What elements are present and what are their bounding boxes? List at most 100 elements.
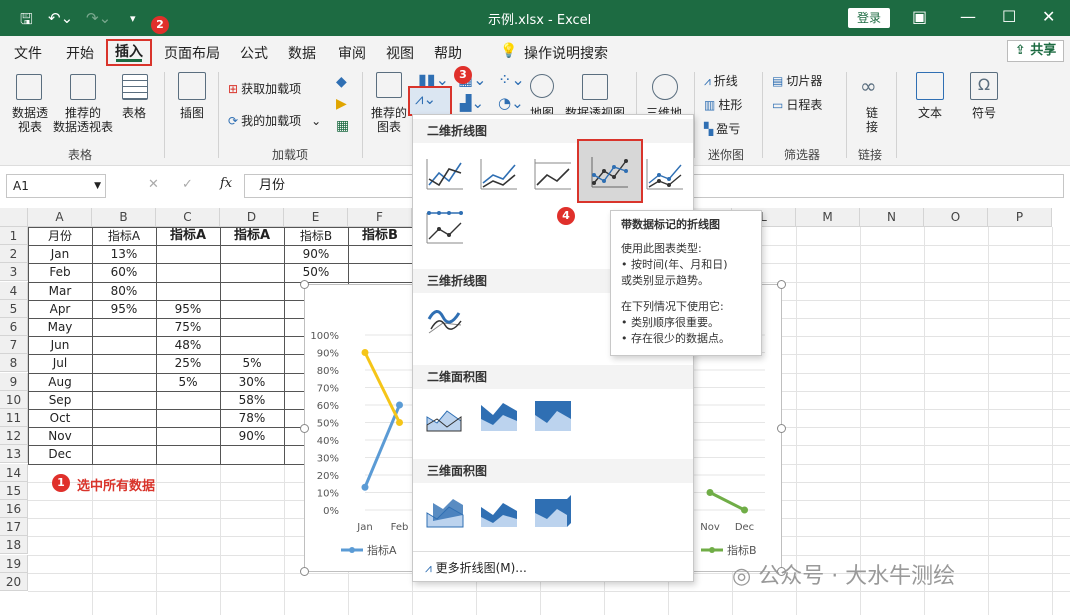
column-header-D[interactable]: D (220, 208, 284, 227)
line-chart-option-icon[interactable] (423, 155, 467, 195)
pivot-table-icon[interactable] (16, 74, 42, 100)
resize-handle[interactable] (300, 567, 309, 576)
row-header-4[interactable]: 4 (0, 281, 28, 300)
cell[interactable]: 50% (284, 263, 348, 281)
insert-function-icon[interactable]: fx (220, 176, 232, 191)
more-line-charts-item[interactable]: ⩘ 更多折线图(M)... (425, 559, 527, 576)
cell[interactable]: 58% (220, 391, 284, 409)
scatter-chart-icon[interactable]: ⁘⌄ (498, 70, 525, 89)
cell[interactable]: Aug (28, 373, 92, 391)
row-header-8[interactable]: 8 (0, 354, 28, 373)
resize-handle[interactable] (777, 424, 786, 433)
table-icon[interactable] (122, 74, 148, 100)
row-header-3[interactable]: 3 (0, 263, 28, 282)
menu-data[interactable]: 数据 (288, 43, 316, 63)
resize-handle[interactable] (300, 280, 309, 289)
cell[interactable]: Nov (28, 427, 92, 445)
menu-view[interactable]: 视图 (386, 43, 414, 63)
100-stacked-area-option-icon[interactable] (531, 397, 575, 437)
cell[interactable]: 95% (156, 300, 220, 318)
cell[interactable]: Oct (28, 409, 92, 427)
sparkline-column-button[interactable]: ▥ 柱形 (704, 96, 742, 113)
cell[interactable]: Jan (28, 245, 92, 263)
illustrations-icon[interactable] (178, 72, 206, 100)
cell[interactable]: Jul (28, 354, 92, 372)
symbol-icon[interactable]: Ω (970, 72, 998, 100)
menu-home[interactable]: 开始 (66, 43, 94, 63)
cell[interactable]: 75% (156, 318, 220, 336)
cell[interactable]: 5% (220, 354, 284, 372)
customize-quick-access-icon[interactable]: ▾ (130, 12, 136, 25)
recommended-pivot-button[interactable]: 推荐的 数据透视表 (50, 106, 116, 134)
recommended-charts-icon[interactable] (376, 72, 402, 98)
menu-formulas[interactable]: 公式 (240, 43, 268, 63)
cell[interactable]: 13% (92, 245, 156, 263)
pivot-chart-icon[interactable] (582, 74, 608, 100)
login-button[interactable]: 登录 (848, 8, 890, 28)
resize-handle[interactable] (300, 424, 309, 433)
menu-page-layout[interactable]: 页面布局 (164, 43, 220, 63)
menu-file[interactable]: 文件 (14, 43, 42, 63)
undo-icon[interactable]: ↶⌄ (48, 9, 73, 27)
maximize-icon[interactable]: ☐ (1002, 7, 1016, 26)
3d-area-option-icon[interactable] (423, 491, 467, 531)
cell[interactable]: 指标B (284, 227, 348, 245)
cell[interactable]: 月份 (28, 227, 92, 245)
combo-chart-icon[interactable]: ◔⌄ (498, 94, 524, 112)
cell[interactable]: 95% (92, 300, 156, 318)
link-button[interactable]: 链 接 (856, 106, 888, 134)
redo-icon[interactable]: ↷⌄ (86, 9, 111, 27)
select-all-corner[interactable] (0, 208, 28, 227)
row-header-14[interactable]: 14 (0, 463, 28, 482)
row-header-5[interactable]: 5 (0, 299, 28, 318)
text-icon[interactable] (916, 72, 944, 100)
cell[interactable]: 80% (92, 282, 156, 300)
close-icon[interactable]: ✕ (1042, 7, 1055, 26)
cell[interactable]: 48% (156, 336, 220, 354)
cell[interactable]: Dec (28, 445, 92, 463)
cell[interactable]: Sep (28, 391, 92, 409)
menu-help[interactable]: 帮助 (434, 43, 462, 63)
column-header-P[interactable]: P (988, 208, 1052, 227)
column-header-B[interactable]: B (92, 208, 156, 227)
save-icon[interactable]: 🖫 (20, 9, 33, 34)
cell[interactable]: 25% (156, 354, 220, 372)
cell[interactable]: 指标A (220, 227, 284, 245)
share-button[interactable]: ⇪ 共享 (1007, 40, 1064, 62)
row-header-7[interactable]: 7 (0, 336, 28, 355)
cell[interactable]: Mar (28, 282, 92, 300)
row-header-18[interactable]: 18 (0, 536, 28, 555)
my-addins-button[interactable]: ⟳ 我的加载项 ⌄ (228, 112, 321, 129)
sparkline-line-button[interactable]: ⩘ 折线 (704, 72, 738, 89)
row-header-16[interactable]: 16 (0, 500, 28, 518)
tell-me-search[interactable]: 操作说明搜索 (524, 43, 608, 63)
enter-icon[interactable]: ✓ (182, 177, 193, 192)
stacked-line-markers-option-icon[interactable] (643, 155, 687, 195)
cell[interactable]: 指标A (92, 227, 156, 245)
menu-review[interactable]: 审阅 (338, 43, 366, 63)
row-header-10[interactable]: 10 (0, 390, 28, 409)
bing-icon[interactable]: ▶ (336, 96, 347, 112)
cell[interactable]: 5% (156, 373, 220, 391)
column-header-C[interactable]: C (156, 208, 220, 227)
recommended-charts-button[interactable]: 推荐的 图表 (366, 106, 412, 134)
row-header-6[interactable]: 6 (0, 318, 28, 336)
stacked-area-option-icon[interactable] (477, 397, 521, 437)
link-icon[interactable]: ∞ (860, 74, 877, 98)
resize-handle[interactable] (777, 280, 786, 289)
cell[interactable]: Apr (28, 300, 92, 318)
3d-line-option-icon[interactable] (423, 299, 467, 339)
row-header-17[interactable]: 17 (0, 518, 28, 537)
get-addins-button[interactable]: ⊞ 获取加载项 (228, 80, 301, 97)
visio-icon[interactable]: ◆ (336, 74, 347, 90)
pivot-table-button[interactable]: 数据透 视表 (4, 106, 56, 134)
cell[interactable]: 90% (284, 245, 348, 263)
row-header-2[interactable]: 2 (0, 245, 28, 264)
cell[interactable]: 30% (220, 373, 284, 391)
cell[interactable]: 60% (92, 263, 156, 281)
row-header-11[interactable]: 11 (0, 409, 28, 427)
minimize-icon[interactable]: — (960, 7, 976, 26)
100-stacked-line-option-icon[interactable] (531, 155, 575, 195)
3d-100-stacked-area-option-icon[interactable] (531, 491, 575, 531)
illustrations-button[interactable]: 插图 (170, 106, 214, 120)
